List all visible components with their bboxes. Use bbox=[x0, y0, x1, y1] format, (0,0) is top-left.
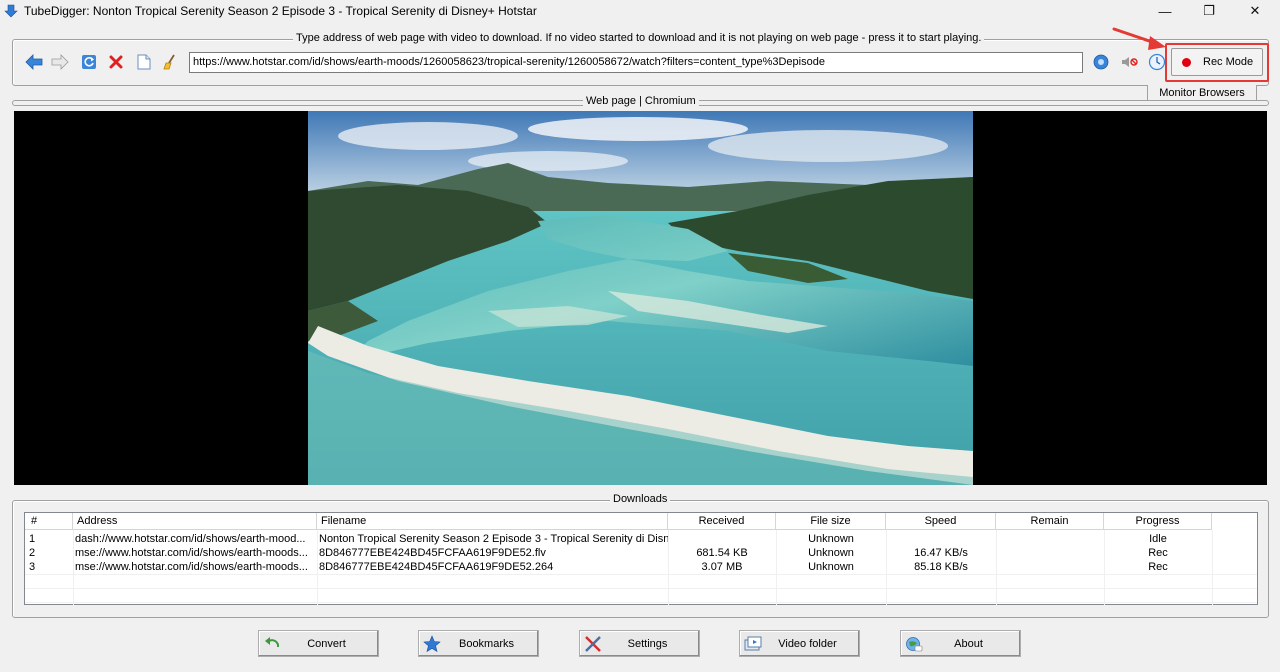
cell-received: 681.54 KB bbox=[696, 547, 748, 559]
cell-filename: Nonton Tropical Serenity Season 2 Episod… bbox=[319, 533, 668, 545]
close-button[interactable]: ✕ bbox=[1232, 0, 1278, 22]
cell-number: 3 bbox=[29, 561, 36, 573]
stop-icon bbox=[109, 55, 123, 69]
page-icon bbox=[137, 54, 151, 70]
maximize-button[interactable]: ❐ bbox=[1186, 0, 1232, 22]
downloads-table[interactable]: # Address Filename Received File size Sp… bbox=[24, 512, 1258, 605]
col-header-remain[interactable]: Remain bbox=[996, 513, 1104, 530]
cell-remain bbox=[996, 532, 1104, 546]
col-header-speed[interactable]: Speed bbox=[886, 513, 996, 530]
cell-received: 3.07 MB bbox=[701, 561, 743, 573]
page-button[interactable] bbox=[134, 52, 154, 72]
go-button[interactable] bbox=[1091, 52, 1111, 72]
forward-button[interactable] bbox=[50, 52, 70, 72]
cell-address: mse://www.hotstar.com/id/shows/earth-moo… bbox=[75, 547, 308, 559]
cell-address: mse://www.hotstar.com/id/shows/earth-moo… bbox=[75, 561, 308, 573]
col-header-address[interactable]: Address bbox=[73, 513, 317, 530]
stop-button[interactable] bbox=[106, 52, 126, 72]
clear-broom-icon bbox=[163, 54, 175, 70]
monitor-browsers-tab[interactable]: Monitor Browsers bbox=[1147, 85, 1257, 101]
video-frame-image bbox=[308, 111, 973, 485]
record-dot-icon bbox=[1182, 57, 1191, 67]
timer-icon bbox=[1148, 53, 1166, 71]
tools-icon bbox=[585, 636, 601, 652]
cell-remain bbox=[996, 546, 1104, 560]
cell-filename: 8D846777EBE424BD45FCFAA619F9DE52.flv bbox=[319, 547, 546, 559]
mute-button[interactable] bbox=[1120, 52, 1140, 72]
table-row[interactable]: 1 dash://www.hotstar.com/id/shows/earth-… bbox=[25, 532, 1257, 546]
video-folder-button[interactable]: Video folder bbox=[739, 630, 860, 657]
cell-filename: 8D846777EBE424BD45FCFAA619F9DE52.264 bbox=[319, 561, 554, 573]
url-input[interactable]: https://www.hotstar.com/id/shows/earth-m… bbox=[189, 52, 1083, 73]
cell-received bbox=[668, 532, 776, 546]
cell-speed bbox=[886, 532, 996, 546]
settings-button[interactable]: Settings bbox=[579, 630, 700, 657]
title-bar: TubeDigger: Nonton Tropical Serenity Sea… bbox=[0, 0, 1280, 24]
downloads-title: Downloads bbox=[610, 493, 671, 505]
back-button[interactable] bbox=[24, 52, 44, 72]
window-title: TubeDigger: Nonton Tropical Serenity Sea… bbox=[24, 4, 537, 18]
cell-speed: 85.18 KB/s bbox=[914, 561, 968, 573]
rec-mode-button[interactable]: Rec Mode bbox=[1171, 48, 1263, 76]
refresh-button[interactable] bbox=[79, 52, 99, 72]
clear-button[interactable] bbox=[160, 52, 180, 72]
go-icon bbox=[1093, 54, 1109, 70]
app-logo-icon bbox=[4, 4, 18, 18]
video-folder-icon bbox=[744, 636, 762, 651]
table-row[interactable]: 2 mse://www.hotstar.com/id/shows/earth-m… bbox=[25, 546, 1257, 560]
cell-speed: 16.47 KB/s bbox=[914, 547, 968, 559]
col-header-filename[interactable]: Filename bbox=[317, 513, 668, 530]
mute-icon bbox=[1122, 57, 1138, 67]
annotation-arrow-icon bbox=[1112, 27, 1166, 50]
star-icon bbox=[423, 635, 441, 653]
cell-remain bbox=[996, 560, 1104, 574]
bookmarks-button[interactable]: Bookmarks bbox=[418, 630, 539, 657]
cell-filesize: Unknown bbox=[808, 533, 854, 545]
cell-progress: Idle bbox=[1149, 533, 1167, 545]
about-button[interactable]: About bbox=[900, 630, 1021, 657]
forward-arrow-icon bbox=[51, 54, 69, 70]
cell-progress: Rec bbox=[1148, 547, 1168, 559]
back-arrow-icon bbox=[25, 54, 43, 70]
video-player[interactable] bbox=[14, 111, 1267, 485]
cell-filesize: Unknown bbox=[808, 547, 854, 559]
col-header-number[interactable]: # bbox=[25, 513, 73, 530]
cell-number: 1 bbox=[29, 533, 36, 545]
table-row[interactable]: 3 mse://www.hotstar.com/id/shows/earth-m… bbox=[25, 560, 1257, 574]
web-page-title: Web page | Chromium bbox=[583, 95, 699, 107]
minimize-button[interactable]: — bbox=[1142, 0, 1188, 22]
cell-address: dash://www.hotstar.com/id/shows/earth-mo… bbox=[75, 533, 306, 545]
col-header-progress[interactable]: Progress bbox=[1104, 513, 1212, 530]
cell-progress: Rec bbox=[1148, 561, 1168, 573]
col-header-received[interactable]: Received bbox=[668, 513, 776, 530]
convert-button[interactable]: Convert bbox=[258, 630, 379, 657]
cell-number: 2 bbox=[29, 547, 36, 559]
refresh-icon bbox=[82, 55, 96, 69]
timer-button[interactable] bbox=[1147, 52, 1167, 72]
about-globe-icon bbox=[906, 637, 923, 652]
address-group-title: Type address of web page with video to d… bbox=[293, 32, 985, 44]
convert-arrow-icon bbox=[265, 637, 280, 648]
cell-filesize: Unknown bbox=[808, 561, 854, 573]
rec-mode-label: Rec Mode bbox=[1203, 56, 1254, 68]
col-header-filesize[interactable]: File size bbox=[776, 513, 886, 530]
